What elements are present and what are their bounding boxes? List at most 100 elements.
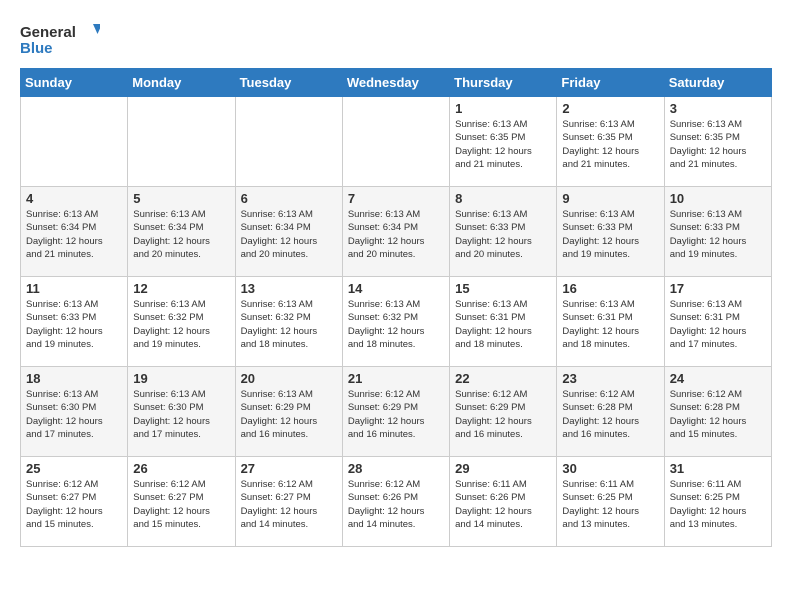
day-cell: 20 Sunrise: 6:13 AM Sunset: 6:29 PM Dayli… — [235, 367, 342, 457]
day-number: 27 — [241, 461, 337, 476]
day-info: Sunrise: 6:12 AM Sunset: 6:27 PM Dayligh… — [26, 478, 122, 531]
day-cell: 24Sunrise: 6:12 AM Sunset: 6:28 PM Dayli… — [664, 367, 771, 457]
day-info: Sunrise: 6:13 AM Sunset: 6:29 PM Dayligh… — [241, 388, 337, 441]
day-number: 15 — [455, 281, 551, 296]
weekday-header-tuesday: Tuesday — [235, 69, 342, 97]
logo-svg: General Blue — [20, 20, 100, 58]
day-cell: 8 Sunrise: 6:13 AM Sunset: 6:33 PM Daylig… — [450, 187, 557, 277]
day-cell: 28Sunrise: 6:12 AM Sunset: 6:26 PM Dayli… — [342, 457, 449, 547]
day-cell: 10 Sunrise: 6:13 AM Sunset: 6:33 PM Dayli… — [664, 187, 771, 277]
day-info: Sunrise: 6:13 AM Sunset: 6:32 PM Dayligh… — [133, 298, 229, 351]
day-number: 12 — [133, 281, 229, 296]
day-cell: 25 Sunrise: 6:12 AM Sunset: 6:27 PM Dayli… — [21, 457, 128, 547]
day-number: 16 — [562, 281, 658, 296]
day-cell: 3 Sunrise: 6:13 AM Sunset: 6:35 PM Daylig… — [664, 97, 771, 187]
week-row-4: 18 Sunrise: 6:13 AM Sunset: 6:30 PM Dayli… — [21, 367, 772, 457]
day-info: Sunrise: 6:13 AM Sunset: 6:34 PM Dayligh… — [26, 208, 122, 261]
day-cell — [235, 97, 342, 187]
day-number: 13 — [241, 281, 337, 296]
day-info: Sunrise: 6:13 AM Sunset: 6:35 PM Dayligh… — [455, 118, 551, 171]
day-info: Sunrise: 6:12 AM Sunset: 6:27 PM Dayligh… — [241, 478, 337, 531]
weekday-header-sunday: Sunday — [21, 69, 128, 97]
day-info: Sunrise: 6:13 AM Sunset: 6:31 PM Dayligh… — [562, 298, 658, 351]
weekday-header-friday: Friday — [557, 69, 664, 97]
day-info: Sunrise: 6:12 AM Sunset: 6:29 PM Dayligh… — [348, 388, 444, 441]
day-info: Sunrise: 6:13 AM Sunset: 6:32 PM Dayligh… — [348, 298, 444, 351]
day-info: Sunrise: 6:13 AM Sunset: 6:33 PM Dayligh… — [670, 208, 766, 261]
day-cell: 15 Sunrise: 6:13 AM Sunset: 6:31 PM Dayli… — [450, 277, 557, 367]
day-number: 25 — [26, 461, 122, 476]
logo: General Blue — [20, 20, 100, 58]
day-info: Sunrise: 6:13 AM Sunset: 6:30 PM Dayligh… — [26, 388, 122, 441]
day-number: 10 — [670, 191, 766, 206]
day-cell: 21 Sunrise: 6:12 AM Sunset: 6:29 PM Dayli… — [342, 367, 449, 457]
day-number: 29 — [455, 461, 551, 476]
day-number: 21 — [348, 371, 444, 386]
day-number: 24 — [670, 371, 766, 386]
week-row-1: 1 Sunrise: 6:13 AM Sunset: 6:35 PM Daylig… — [21, 97, 772, 187]
day-info: Sunrise: 6:12 AM Sunset: 6:29 PM Dayligh… — [455, 388, 551, 441]
day-info: Sunrise: 6:13 AM Sunset: 6:35 PM Dayligh… — [670, 118, 766, 171]
day-number: 8 — [455, 191, 551, 206]
day-info: Sunrise: 6:13 AM Sunset: 6:35 PM Dayligh… — [562, 118, 658, 171]
day-cell: 17Sunrise: 6:13 AM Sunset: 6:31 PM Dayli… — [664, 277, 771, 367]
header-row: SundayMondayTuesdayWednesdayThursdayFrid… — [21, 69, 772, 97]
svg-text:General: General — [20, 24, 76, 41]
day-cell — [342, 97, 449, 187]
day-info: Sunrise: 6:13 AM Sunset: 6:30 PM Dayligh… — [133, 388, 229, 441]
day-number: 20 — [241, 371, 337, 386]
day-cell: 12 Sunrise: 6:13 AM Sunset: 6:32 PM Dayli… — [128, 277, 235, 367]
day-info: Sunrise: 6:13 AM Sunset: 6:33 PM Dayligh… — [26, 298, 122, 351]
day-number: 7 — [348, 191, 444, 206]
day-number: 4 — [26, 191, 122, 206]
day-number: 18 — [26, 371, 122, 386]
day-cell: 26Sunrise: 6:12 AM Sunset: 6:27 PM Dayli… — [128, 457, 235, 547]
day-number: 1 — [455, 101, 551, 116]
day-info: Sunrise: 6:13 AM Sunset: 6:34 PM Dayligh… — [133, 208, 229, 261]
weekday-header-monday: Monday — [128, 69, 235, 97]
day-cell: 31Sunrise: 6:11 AM Sunset: 6:25 PM Dayli… — [664, 457, 771, 547]
day-info: Sunrise: 6:12 AM Sunset: 6:28 PM Dayligh… — [562, 388, 658, 441]
day-number: 22 — [455, 371, 551, 386]
day-number: 6 — [241, 191, 337, 206]
day-info: Sunrise: 6:11 AM Sunset: 6:25 PM Dayligh… — [562, 478, 658, 531]
day-info: Sunrise: 6:13 AM Sunset: 6:31 PM Dayligh… — [455, 298, 551, 351]
day-info: Sunrise: 6:13 AM Sunset: 6:33 PM Dayligh… — [455, 208, 551, 261]
day-cell: 30 Sunrise: 6:11 AM Sunset: 6:25 PM Dayli… — [557, 457, 664, 547]
day-cell — [128, 97, 235, 187]
day-cell: 6 Sunrise: 6:13 AM Sunset: 6:34 PM Daylig… — [235, 187, 342, 277]
day-number: 14 — [348, 281, 444, 296]
day-info: Sunrise: 6:13 AM Sunset: 6:33 PM Dayligh… — [562, 208, 658, 261]
day-cell: 29 Sunrise: 6:11 AM Sunset: 6:26 PM Dayli… — [450, 457, 557, 547]
day-number: 30 — [562, 461, 658, 476]
day-info: Sunrise: 6:13 AM Sunset: 6:34 PM Dayligh… — [241, 208, 337, 261]
day-number: 2 — [562, 101, 658, 116]
day-info: Sunrise: 6:11 AM Sunset: 6:25 PM Dayligh… — [670, 478, 766, 531]
day-number: 5 — [133, 191, 229, 206]
day-number: 9 — [562, 191, 658, 206]
day-cell: 27 Sunrise: 6:12 AM Sunset: 6:27 PM Dayli… — [235, 457, 342, 547]
day-cell: 7 Sunrise: 6:13 AM Sunset: 6:34 PM Daylig… — [342, 187, 449, 277]
weekday-header-wednesday: Wednesday — [342, 69, 449, 97]
svg-text:Blue: Blue — [20, 40, 53, 57]
day-number: 3 — [670, 101, 766, 116]
day-cell: 22 Sunrise: 6:12 AM Sunset: 6:29 PM Dayli… — [450, 367, 557, 457]
day-cell: 4 Sunrise: 6:13 AM Sunset: 6:34 PM Daylig… — [21, 187, 128, 277]
day-info: Sunrise: 6:12 AM Sunset: 6:26 PM Dayligh… — [348, 478, 444, 531]
week-row-2: 4 Sunrise: 6:13 AM Sunset: 6:34 PM Daylig… — [21, 187, 772, 277]
day-cell: 13Sunrise: 6:13 AM Sunset: 6:32 PM Dayli… — [235, 277, 342, 367]
week-row-3: 11 Sunrise: 6:13 AM Sunset: 6:33 PM Dayli… — [21, 277, 772, 367]
day-cell: 14 Sunrise: 6:13 AM Sunset: 6:32 PM Dayli… — [342, 277, 449, 367]
day-number: 23 — [562, 371, 658, 386]
day-info: Sunrise: 6:13 AM Sunset: 6:34 PM Dayligh… — [348, 208, 444, 261]
day-number: 11 — [26, 281, 122, 296]
day-cell: 16 Sunrise: 6:13 AM Sunset: 6:31 PM Dayli… — [557, 277, 664, 367]
day-cell: 2 Sunrise: 6:13 AM Sunset: 6:35 PM Daylig… — [557, 97, 664, 187]
week-row-5: 25 Sunrise: 6:12 AM Sunset: 6:27 PM Dayli… — [21, 457, 772, 547]
day-cell: 5 Sunrise: 6:13 AM Sunset: 6:34 PM Daylig… — [128, 187, 235, 277]
day-info: Sunrise: 6:12 AM Sunset: 6:27 PM Dayligh… — [133, 478, 229, 531]
day-cell: 19Sunrise: 6:13 AM Sunset: 6:30 PM Dayli… — [128, 367, 235, 457]
weekday-header-thursday: Thursday — [450, 69, 557, 97]
day-cell — [21, 97, 128, 187]
day-info: Sunrise: 6:11 AM Sunset: 6:26 PM Dayligh… — [455, 478, 551, 531]
